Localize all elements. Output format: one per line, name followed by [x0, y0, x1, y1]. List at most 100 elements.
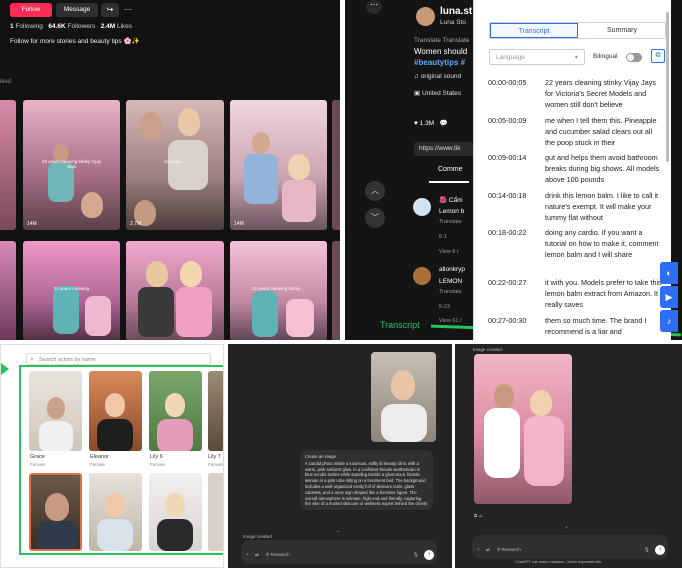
tab-comments[interactable]: Comme [438, 166, 463, 173]
video-thumb[interactable]: 13 years ... 2.7M [126, 100, 224, 230]
video-thumb[interactable] [0, 100, 16, 230]
mic-icon[interactable]: 🎙 [413, 552, 419, 558]
segment-time[interactable]: 00:14-00:18 [488, 191, 526, 200]
segment-time[interactable]: 00:18-00:22 [488, 228, 526, 237]
avatar[interactable] [416, 7, 435, 26]
video-thumb[interactable]: 14M [230, 100, 327, 230]
video-hashtags[interactable]: #beautytips # [414, 58, 474, 67]
tab-summary[interactable]: Summary [578, 23, 666, 38]
generated-image[interactable] [474, 354, 572, 504]
video-views: 14M [234, 221, 244, 227]
sound-name: original sound [420, 73, 462, 80]
research-button[interactable]: ⚲ Research [497, 547, 521, 553]
add-icon[interactable]: + [477, 547, 480, 552]
video-thumb[interactable]: 22 years cleaning [23, 241, 120, 340]
person-figure [157, 519, 193, 551]
tab-transcript[interactable]: Transcript [490, 23, 578, 38]
person-figure [286, 299, 314, 337]
video-thumb[interactable] [332, 100, 340, 230]
segment-time[interactable]: 00:27-00:30 [488, 316, 526, 325]
video-thumb[interactable] [126, 241, 224, 340]
view-replies[interactable]: View 61 r [439, 318, 474, 324]
video-url[interactable]: https://www.tik [414, 142, 474, 156]
comment-translate[interactable]: Translate [439, 219, 474, 225]
person-figure [178, 108, 200, 136]
copy-icon[interactable]: ⧉ ⚠ [474, 513, 483, 518]
comment-text: LEMON [439, 278, 463, 285]
actor-card[interactable] [149, 371, 202, 451]
extension-logo-icon[interactable]: ◐ [660, 262, 678, 284]
video-thumb[interactable]: 22 years cleaning stinky ... [230, 241, 327, 340]
following-count: 1 [10, 23, 14, 30]
transcript-tabs: Transcript Summary [489, 22, 666, 39]
person-figure [288, 154, 310, 180]
person-figure [37, 521, 77, 549]
research-label: Research [270, 552, 290, 557]
tools-icon[interactable]: ⇄ [255, 552, 259, 558]
person-figure [180, 261, 202, 287]
segment-time[interactable]: 00:09-00:14 [488, 153, 526, 162]
copy-icon[interactable]: ⧉ [651, 49, 665, 63]
video-thumb[interactable]: 22 years cleaning stinky Vijay Jays 14M [23, 100, 120, 230]
mic-icon[interactable]: 🎙 [644, 547, 650, 553]
person-figure [146, 261, 168, 287]
segment-text: 22 years cleaning stinky Vijay Jays for … [545, 78, 656, 109]
actor-card[interactable] [89, 473, 142, 551]
video-icon[interactable]: ▶ [660, 286, 678, 308]
scroll-down-icon[interactable]: + [565, 525, 568, 530]
scrollbar[interactable] [666, 12, 669, 162]
music-icon[interactable]: ♪ [660, 310, 678, 332]
actor-card[interactable] [29, 371, 82, 451]
actor-card[interactable] [29, 473, 82, 551]
research-button[interactable]: ⚲ Research [266, 552, 290, 558]
actor-name: Grace [30, 454, 45, 460]
segment-time[interactable]: 00:05-00:09 [488, 116, 526, 125]
comment-author[interactable]: alionkryp [439, 266, 474, 273]
language-select[interactable]: Language [489, 49, 585, 66]
segment-time[interactable]: 00:22-00:27 [488, 278, 526, 287]
bilingual-toggle[interactable] [626, 53, 642, 62]
more-icon[interactable]: ⋯ [366, 0, 382, 14]
video-views: 14M [27, 221, 37, 227]
comment-author[interactable]: 🌺 Cẩm [439, 196, 474, 204]
actor-card[interactable] [208, 371, 223, 451]
avatar[interactable] [413, 198, 431, 216]
avatar[interactable] [413, 267, 431, 285]
actor-picker-panel: Search actors by name Grace Female Elean… [0, 344, 224, 568]
send-button[interactable]: ↑ [424, 550, 434, 560]
video-thumb[interactable] [332, 241, 340, 340]
more-icon[interactable]: ⋯ [123, 3, 133, 17]
chevron-up-icon[interactable]: ︿ [365, 181, 385, 201]
follow-button[interactable]: Follow [10, 3, 52, 17]
comment-icon[interactable]: 💬 [440, 120, 448, 127]
person-figure [97, 419, 133, 451]
message-button[interactable]: Message [56, 3, 98, 17]
person-figure [85, 296, 111, 336]
actor-card[interactable] [208, 473, 223, 551]
segment-text: doing any cardio. If you want a tutorial… [545, 228, 659, 259]
share-icon[interactable]: ↪ [101, 3, 119, 17]
profile-bio: Follow for more stories and beauty tips … [10, 38, 140, 45]
actor-search-input[interactable]: Search actors by name [26, 353, 211, 366]
segment-time[interactable]: 00:00-00:05 [488, 78, 526, 87]
video-thumb[interactable] [0, 241, 16, 340]
chat-input[interactable]: + ⇄ ⚲ Research 🎙 ↑ [241, 540, 437, 564]
comment-translate[interactable]: Translate [439, 289, 474, 295]
chevron-down-icon[interactable]: ﹀ [365, 208, 385, 228]
send-button[interactable]: ↑ [655, 545, 665, 555]
view-replies[interactable]: View 6 r [439, 249, 474, 255]
tools-icon[interactable]: ⇄ [486, 547, 490, 553]
sound-label[interactable]: ♫ original sound [414, 73, 474, 80]
actor-card[interactable] [149, 473, 202, 551]
person-figure [165, 393, 185, 417]
like-count[interactable]: ♥ 1.3M 💬 [414, 119, 448, 127]
location-label: ▣ United States [414, 90, 461, 97]
copy-icon[interactable]: ⌄ [336, 528, 340, 534]
translate-link[interactable]: Translate Translate [414, 37, 474, 44]
generated-image[interactable] [371, 352, 436, 442]
video-grid: 22 years cleaning stinky Vijay Jays 14M … [0, 100, 340, 340]
image-status: Image created [473, 347, 502, 352]
chat-input[interactable]: + ⇄ ⚲ Research 🎙 ↑ [472, 535, 668, 559]
actor-card[interactable] [89, 371, 142, 451]
add-icon[interactable]: + [246, 552, 249, 557]
